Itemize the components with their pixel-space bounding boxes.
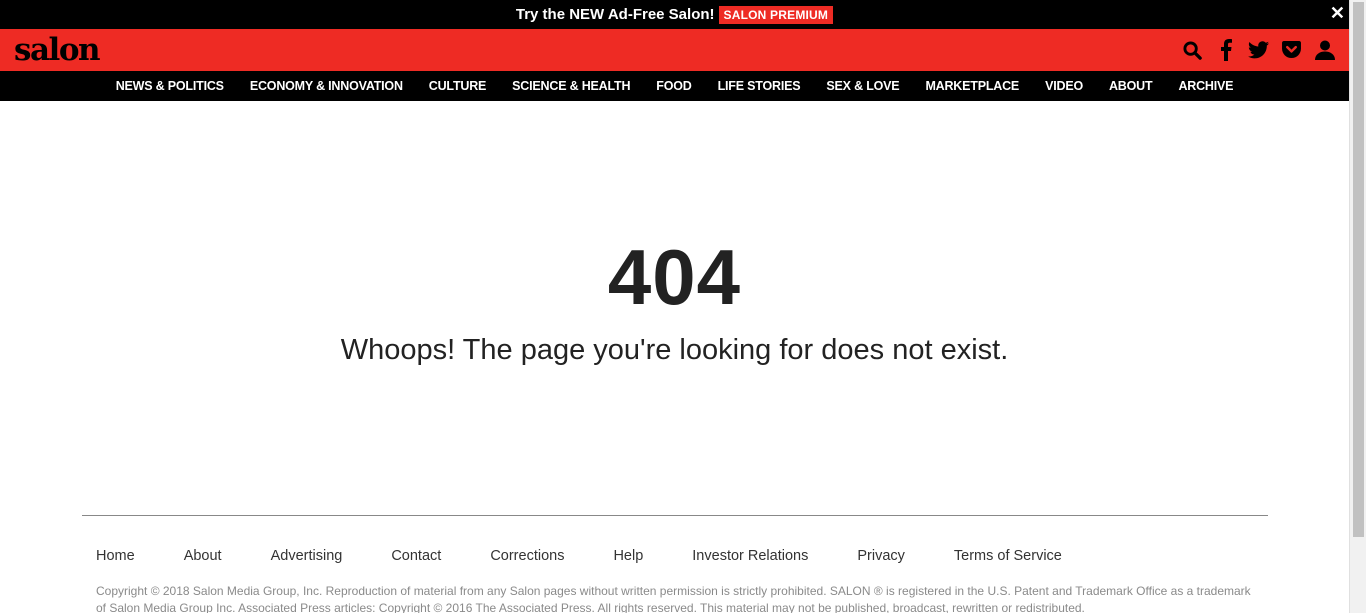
page-scrollbar[interactable] bbox=[1349, 0, 1366, 613]
nav-item-culture[interactable]: CULTURE bbox=[429, 79, 487, 93]
pocket-icon[interactable] bbox=[1281, 38, 1302, 62]
facebook-icon[interactable] bbox=[1215, 38, 1236, 62]
salon-logo[interactable]: salon bbox=[14, 32, 101, 68]
footer-link-terms[interactable]: Terms of Service bbox=[954, 548, 1062, 564]
footer-link-advertising[interactable]: Advertising bbox=[271, 548, 343, 564]
close-icon[interactable]: ✕ bbox=[1330, 3, 1345, 24]
nav-item-about[interactable]: ABOUT bbox=[1109, 79, 1153, 93]
user-icon[interactable] bbox=[1314, 38, 1335, 62]
footer-link-privacy[interactable]: Privacy bbox=[857, 548, 905, 564]
nav-item-news-politics[interactable]: NEWS & POLITICS bbox=[116, 79, 224, 93]
main-nav: NEWS & POLITICS ECONOMY & INNOVATION CUL… bbox=[0, 71, 1349, 101]
error-message: Whoops! The page you're looking for does… bbox=[340, 334, 1009, 366]
nav-item-science-health[interactable]: SCIENCE & HEALTH bbox=[512, 79, 630, 93]
footer-divider bbox=[82, 515, 1268, 516]
promo-banner: Try the NEW Ad-Free Salon! SALON PREMIUM… bbox=[0, 0, 1349, 29]
nav-item-food[interactable]: FOOD bbox=[656, 79, 692, 93]
nav-item-archive[interactable]: ARCHIVE bbox=[1178, 79, 1233, 93]
header-icons bbox=[1182, 38, 1335, 62]
footer-link-contact[interactable]: Contact bbox=[391, 548, 441, 564]
footer-link-about[interactable]: About bbox=[184, 548, 222, 564]
footer-link-investor-relations[interactable]: Investor Relations bbox=[692, 548, 808, 564]
error-code: 404 bbox=[607, 233, 742, 321]
nav-item-life-stories[interactable]: LIFE STORIES bbox=[718, 79, 801, 93]
scrollbar-thumb[interactable] bbox=[1353, 2, 1364, 537]
nav-item-economy-innovation[interactable]: ECONOMY & INNOVATION bbox=[250, 79, 403, 93]
search-icon[interactable] bbox=[1182, 38, 1203, 62]
promo-text[interactable]: Try the NEW Ad-Free Salon! bbox=[516, 6, 715, 23]
footer-link-home[interactable]: Home bbox=[96, 548, 135, 564]
copyright-text: Copyright © 2018 Salon Media Group, Inc.… bbox=[96, 584, 1251, 613]
twitter-icon[interactable] bbox=[1248, 38, 1269, 62]
brand-bar: salon bbox=[0, 29, 1349, 71]
footer-links: Home About Advertising Contact Correctio… bbox=[96, 548, 1111, 564]
nav-item-video[interactable]: VIDEO bbox=[1045, 79, 1083, 93]
nav-item-sex-love[interactable]: SEX & LOVE bbox=[826, 79, 899, 93]
premium-badge[interactable]: SALON PREMIUM bbox=[718, 5, 834, 24]
footer-link-help[interactable]: Help bbox=[613, 548, 643, 564]
nav-item-marketplace[interactable]: MARKETPLACE bbox=[925, 79, 1019, 93]
footer-link-corrections[interactable]: Corrections bbox=[490, 548, 564, 564]
